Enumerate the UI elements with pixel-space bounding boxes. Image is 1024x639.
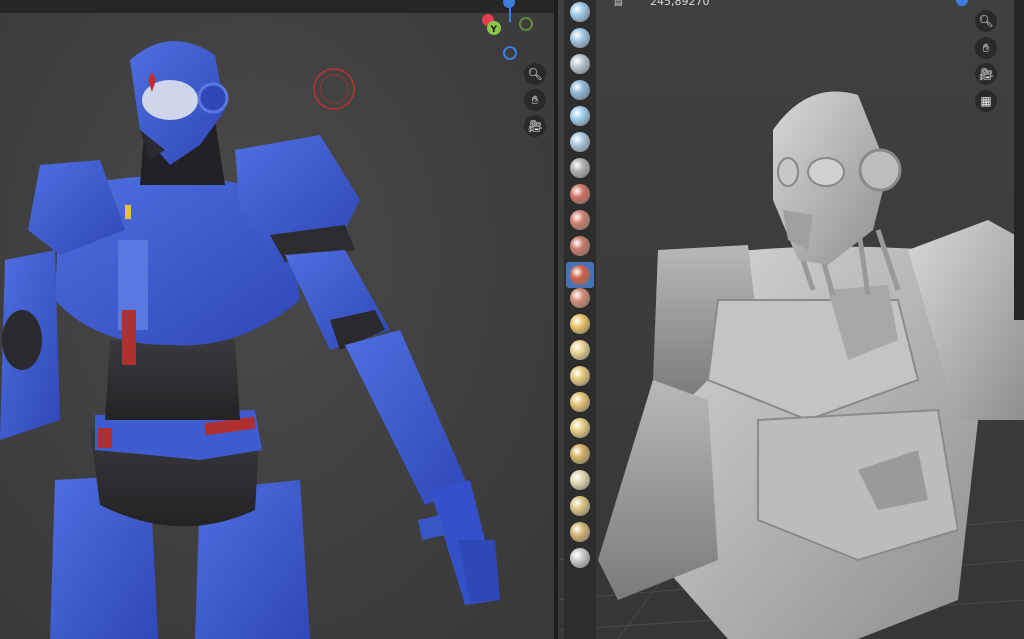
sculpt-toolbar: [564, 0, 596, 639]
pinch-brush-tool[interactable]: [570, 366, 590, 386]
brush-ball-icon: [570, 265, 590, 285]
viewport-left[interactable]: Y 🔍︎ ✋︎ 🎥︎: [0, 0, 554, 639]
draw-brush-tool[interactable]: [570, 2, 590, 22]
robot-blue-render: [0, 41, 500, 639]
pose-brush-tool[interactable]: [570, 496, 590, 516]
elastic-deform-brush-tool[interactable]: [570, 418, 590, 438]
thumb-brush-tool[interactable]: [570, 470, 590, 490]
smooth-brush-tool[interactable]: [570, 236, 590, 256]
viewport-header: [0, 0, 554, 13]
z-axis-handle: [503, 0, 515, 8]
snake-hook-brush-tool[interactable]: [570, 444, 590, 464]
rotate-brush-tool[interactable]: [570, 548, 590, 568]
svg-text:Y: Y: [490, 25, 498, 35]
crease-brush-tool[interactable]: [570, 210, 590, 230]
camera-icon[interactable]: 🎥︎: [975, 63, 997, 85]
hand-pan-icon[interactable]: ✋︎: [975, 37, 997, 59]
robot-sculpt-mesh: [598, 91, 1024, 639]
zoom-icon[interactable]: 🔍︎: [524, 63, 546, 85]
zoom-icon[interactable]: 🔍︎: [975, 10, 997, 32]
camera-icon[interactable]: 🎥︎: [524, 115, 546, 137]
hand-pan-icon[interactable]: ✋︎: [524, 89, 546, 111]
inflate-brush-tool[interactable]: [570, 158, 590, 178]
viewport-right[interactable]: 🔍︎ ✋︎ 🎥︎ ▦: [558, 0, 1024, 639]
fill-brush-tool[interactable]: [570, 288, 590, 308]
clay-thumb-brush-tool[interactable]: [570, 106, 590, 126]
grid-perspective-icon[interactable]: ▦: [975, 90, 997, 112]
properties-side-panel[interactable]: [1014, 0, 1024, 320]
stats-icon: ▤: [614, 0, 623, 8]
nudge-brush-tool[interactable]: [570, 522, 590, 542]
scrape-brush-tool[interactable]: [570, 314, 590, 334]
brush-cursor-circle: [313, 68, 355, 110]
clay-brush-tool[interactable]: [570, 54, 590, 74]
blob-brush-tool[interactable]: [570, 184, 590, 204]
flatten-brush-tool[interactable]: [566, 262, 594, 288]
multiplane-scrape-brush-tool[interactable]: [570, 340, 590, 360]
navigation-gizmo[interactable]: Y: [476, 0, 546, 60]
vertex-counter: 245,89270: [650, 0, 710, 8]
layer-brush-tool[interactable]: [570, 132, 590, 152]
clay-strips-brush-tool[interactable]: [570, 80, 590, 100]
grab-brush-tool[interactable]: [570, 392, 590, 412]
draw-sharp-brush-tool[interactable]: [570, 28, 590, 48]
